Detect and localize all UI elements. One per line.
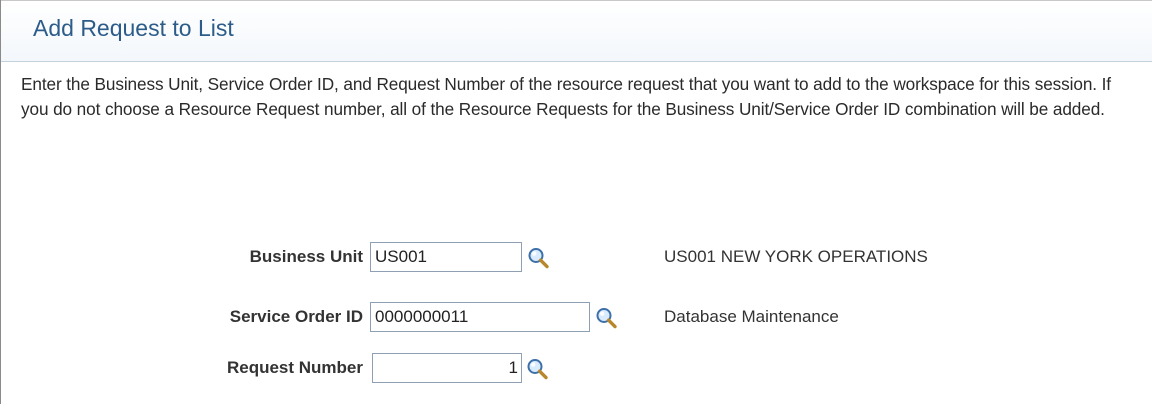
business-unit-row: Business Unit US001 NEW YORK OPERATIONS: [1, 242, 1152, 276]
request-number-lookup-icon[interactable]: [525, 357, 549, 381]
service-order-id-description: Database Maintenance: [664, 307, 839, 326]
request-number-row: Request Number: [1, 353, 1152, 387]
business-unit-description: US001 NEW YORK OPERATIONS: [664, 247, 928, 266]
service-order-id-input[interactable]: [370, 302, 590, 332]
page: Add Request to List Enter the Business U…: [0, 0, 1152, 404]
page-header: Add Request to List: [1, 0, 1152, 62]
business-unit-lookup-icon[interactable]: [526, 246, 550, 270]
header-divider: [1, 61, 1152, 62]
service-order-id-label: Service Order ID: [229, 307, 363, 326]
business-unit-label: Business Unit: [249, 247, 363, 266]
page-title: Add Request to List: [33, 15, 234, 41]
request-number-input[interactable]: [372, 353, 522, 383]
instructions-text: Enter the Business Unit, Service Order I…: [21, 74, 1111, 119]
service-order-id-lookup-icon[interactable]: [594, 306, 618, 330]
request-number-label: Request Number: [226, 358, 363, 377]
service-order-id-row: Service Order ID Database Maintenance: [1, 302, 1152, 336]
business-unit-input[interactable]: [370, 242, 522, 272]
